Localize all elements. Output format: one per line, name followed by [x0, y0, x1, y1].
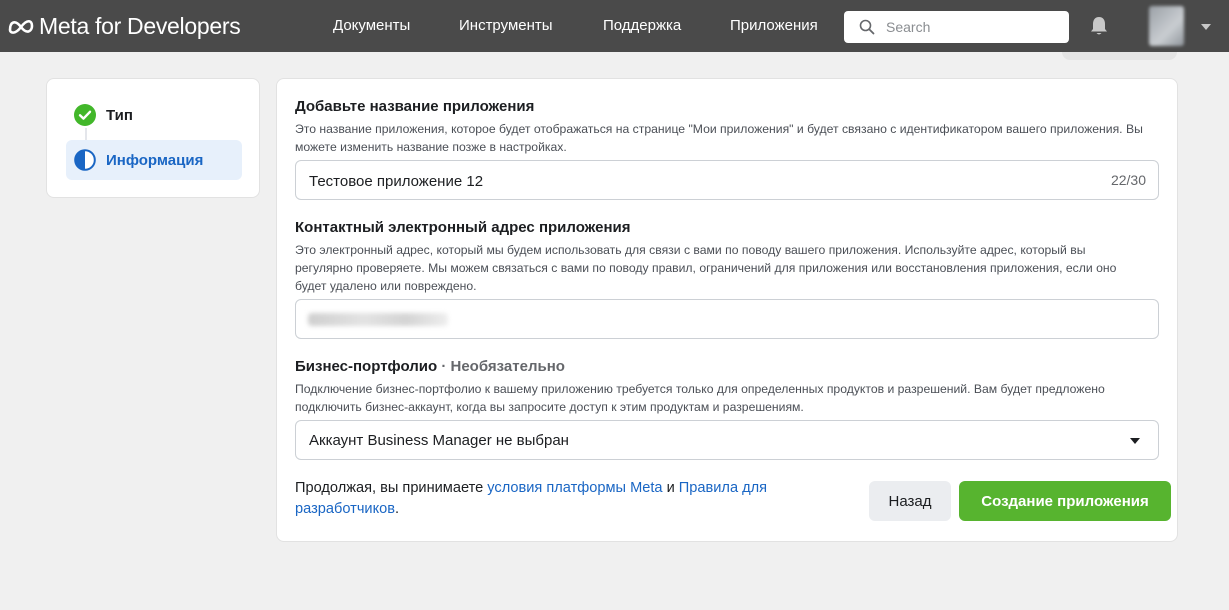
contact-email-title: Контактный электронный адрес приложения — [295, 219, 631, 236]
app-details-form: Добавьте название приложения Это названи… — [276, 78, 1178, 542]
nav-documents[interactable]: Документы — [333, 17, 410, 34]
account-menu-chevron-down-icon[interactable] — [1201, 24, 1211, 30]
step-type-label: Тип — [106, 106, 133, 124]
app-name-field: 22/30 — [295, 160, 1159, 200]
search-input[interactable] — [886, 17, 1061, 37]
meta-logo-icon — [8, 19, 34, 34]
notifications-bell-icon[interactable] — [1088, 15, 1110, 37]
meta-for-developers-logo[interactable]: Meta for Developers — [6, 11, 241, 41]
business-portfolio-title: Бизнес-портфолио · Необязательно — [295, 358, 565, 375]
back-button[interactable]: Назад — [869, 481, 951, 521]
terms-notice: Продолжая, вы принимаете условия платфор… — [295, 478, 835, 520]
nav-support[interactable]: Поддержка — [603, 17, 681, 34]
step-type[interactable]: Тип — [74, 104, 133, 126]
contact-email-field[interactable] — [295, 299, 1159, 339]
partially-hidden-header-button — [1062, 52, 1177, 60]
search-icon — [859, 19, 875, 35]
logo-text: Meta for Developers — [39, 12, 241, 39]
search-box — [844, 11, 1069, 43]
redacted-email-value — [308, 313, 448, 326]
terms-suffix: . — [395, 501, 400, 517]
step-info[interactable]: Информация — [66, 140, 242, 180]
step-info-label: Информация — [106, 151, 204, 169]
app-name-description: Это название приложения, которое будет о… — [295, 122, 1143, 154]
business-account-selected-value: Аккаунт Business Manager не выбран — [309, 432, 569, 449]
checkmark-circle-icon — [74, 104, 96, 126]
contact-email-description: Это электронный адрес, который мы будем … — [295, 243, 1117, 293]
app-name-input[interactable] — [309, 171, 1069, 191]
user-avatar[interactable] — [1149, 6, 1184, 46]
terms-middle: и — [662, 480, 679, 496]
business-portfolio-description: Подключение бизнес-портфолио к вашему пр… — [295, 382, 1105, 414]
platform-terms-link[interactable]: условия платформы Meta — [487, 480, 662, 496]
create-app-button[interactable]: Создание приложения — [959, 481, 1171, 521]
app-name-title: Добавьте название приложения — [295, 98, 535, 115]
steps-card: Тип Информация — [46, 78, 260, 198]
nav-tools[interactable]: Инструменты — [459, 17, 553, 34]
step-connector — [85, 128, 87, 140]
optional-tag: · Необязательно — [441, 358, 565, 375]
dropdown-caret-icon — [1130, 438, 1140, 444]
terms-prefix: Продолжая, вы принимаете — [295, 480, 488, 496]
business-portfolio-title-text: Бизнес-портфолио — [295, 358, 438, 375]
half-circle-progress-icon — [74, 149, 96, 171]
nav-apps[interactable]: Приложения — [730, 17, 818, 34]
app-name-char-counter: 22/30 — [1110, 172, 1146, 188]
business-account-select[interactable]: Аккаунт Business Manager не выбран — [295, 420, 1159, 460]
top-navigation-bar: Meta for Developers Документы Инструмент… — [0, 0, 1229, 52]
